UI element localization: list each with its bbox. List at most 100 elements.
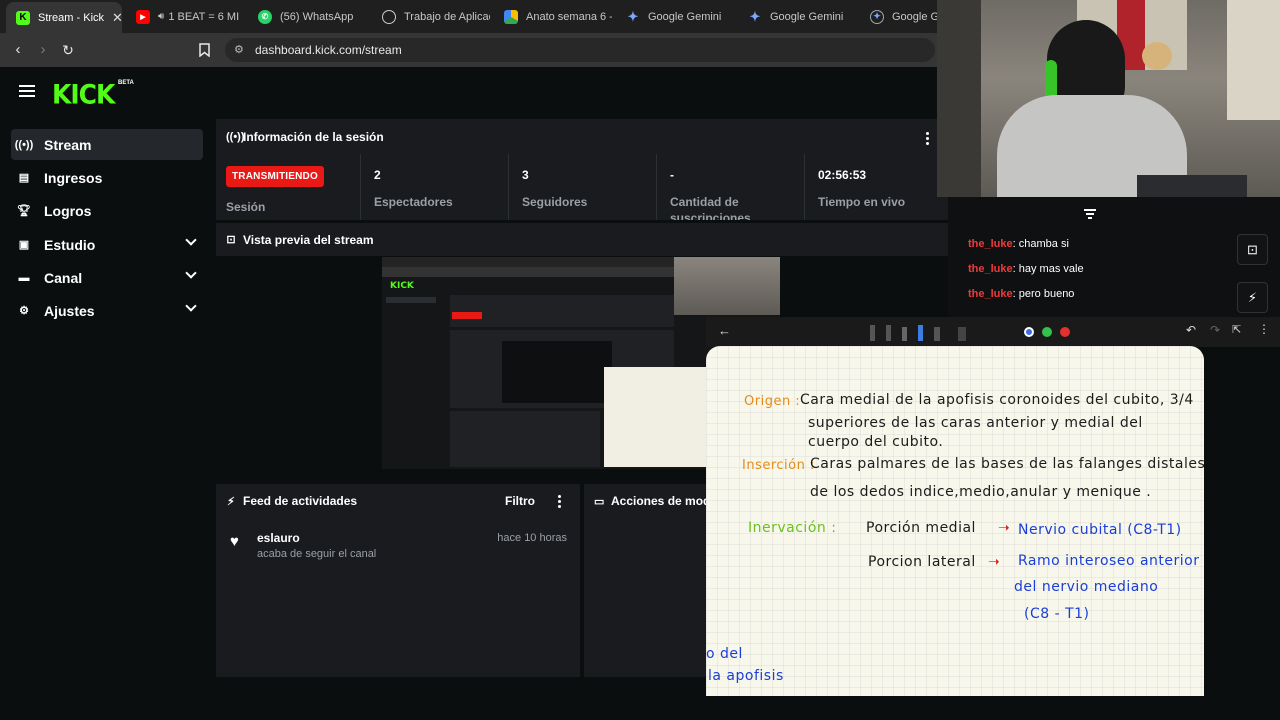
followers-label: Seguidores [522, 195, 588, 209]
hamburger-menu-icon[interactable] [19, 85, 35, 98]
chat-text: hay mas vale [1018, 263, 1084, 275]
activity-title-text: Feed de actividades [243, 494, 358, 508]
sidebar-item-label: Ingresos [44, 169, 103, 186]
studio-icon: ▣ [18, 239, 30, 251]
chat-username[interactable]: the_luke [968, 288, 1013, 300]
lateral-label: Porcion lateral [868, 554, 976, 570]
lateral-nerve: (C8 - T1) [1024, 606, 1090, 622]
redo-icon[interactable]: ↷ [1210, 323, 1220, 337]
sidebar-item-estudio[interactable]: ▣ Estudio [11, 229, 203, 260]
tab-trabajo[interactable]: Trabajo de Aplicac [372, 0, 490, 33]
chat-username[interactable]: the_luke [968, 263, 1013, 275]
origen-label: Origen : [744, 394, 801, 409]
drive-favicon-icon [504, 9, 518, 24]
chevron-down-icon [185, 234, 197, 246]
followers-stat: 3 Seguidores [508, 154, 656, 220]
sidebar-item-label: Ajustes [44, 302, 95, 319]
close-tab-icon[interactable]: ✕ [104, 10, 122, 26]
reload-icon[interactable]: ↻ [58, 40, 78, 60]
kick-header: KICK BETA [0, 67, 940, 119]
blue-color-swatch[interactable] [1024, 327, 1034, 337]
chat-username[interactable]: the_luke [968, 238, 1013, 250]
sidebar-item-logros[interactable]: 🏆︎ Logros [11, 195, 203, 226]
site-settings-icon[interactable]: ⚙︎ [234, 38, 244, 62]
tab-gemini-2[interactable]: ✦ Google Gemini [738, 0, 856, 33]
bookmark-icon[interactable] [194, 40, 214, 60]
activity-feed-panel: ⚡︎ Feed de actividades Filtro ♥ eslauro … [216, 484, 580, 677]
chevron-down-icon [185, 267, 197, 279]
kick-logo[interactable]: KICK [52, 79, 115, 109]
sidebar-item-ajustes[interactable]: ⚙︎ Ajustes [11, 295, 203, 326]
url-input[interactable]: ⚙︎ dashboard.kick.com/stream [225, 38, 935, 62]
back-arrow-icon[interactable]: ‹ [8, 40, 28, 60]
more-options-icon[interactable]: ⋮ [1258, 322, 1270, 336]
chevron-down-icon [185, 300, 197, 312]
sidebar: ((•)) Stream ▤ Ingresos 🏆︎ Logros ▣ Estu… [0, 119, 213, 680]
note-fragment: la apofisis [708, 668, 784, 684]
more-options-icon[interactable] [558, 495, 562, 510]
tab-anato[interactable]: Anato semana 6 - [494, 0, 612, 33]
more-options-icon[interactable] [926, 132, 930, 147]
activity-user[interactable]: eslauro [257, 531, 300, 545]
lightning-icon[interactable]: ⚡︎ [1237, 282, 1268, 313]
inervacion-label: Inervación : [748, 520, 837, 536]
tab-label: Google Gemini [770, 10, 844, 23]
activity-description: acaba de seguir el canal [257, 548, 377, 560]
session-title-text: Información de la sesión [243, 130, 384, 144]
session-info-panel: ((•)) Información de la sesión TRANSMITI… [216, 119, 948, 220]
insercion-line: Caras palmares de las bases de las falan… [810, 456, 1204, 472]
tab-label: Google Ge [892, 10, 940, 23]
heart-icon: ♥ [230, 533, 239, 550]
live-time-value: 02:56:53 [818, 168, 867, 182]
sidebar-item-stream[interactable]: ((•)) Stream [11, 129, 203, 160]
red-color-swatch[interactable] [1060, 327, 1070, 337]
sidebar-item-ingresos[interactable]: ▤ Ingresos [11, 162, 203, 193]
forward-arrow-icon[interactable]: › [33, 40, 53, 60]
gear-icon: ⚙︎ [19, 305, 29, 317]
tab-gemini-3[interactable]: ✦ Google Ge [860, 0, 940, 33]
mod-actions-panel: ▭ Acciones de mod [584, 484, 708, 677]
chat-message: the_luke: chamba si [968, 238, 1069, 250]
activity-title: ⚡︎ Feed de actividades [226, 484, 357, 518]
beta-badge: BETA [118, 80, 134, 86]
tab-label: Anato semana 6 - [526, 10, 612, 23]
live-time-label: Tiempo en vivo [818, 195, 906, 209]
globe-favicon-icon [382, 9, 396, 24]
kick-favicon-icon: K [16, 10, 30, 25]
pen-tools[interactable] [870, 323, 1010, 341]
origen-line: cuerpo del cubito. [808, 434, 944, 450]
sidebar-item-label: Estudio [44, 236, 96, 253]
tab-gemini-1[interactable]: ✦ Google Gemini [616, 0, 734, 33]
note-fragment: o del [706, 646, 743, 662]
url-text: dashboard.kick.com/stream [255, 43, 402, 57]
notes-toolbar: ← ↶ ↷ ⇱ ⋮ [706, 317, 1280, 347]
subscriptions-label: Cantidad de suscripciones [670, 195, 751, 220]
tab-youtube[interactable]: ▶ 🔊︎ 1 BEAT = 6 MI [126, 0, 244, 33]
gemini-favicon-icon: ✦ [627, 8, 639, 24]
tab-stream-kick[interactable]: K Stream - Kick ✕ [6, 2, 122, 33]
green-color-swatch[interactable] [1042, 327, 1052, 337]
insercion-line: de los dedos indice,medio,anular y meniq… [810, 484, 1152, 500]
filter-lines-icon[interactable] [1084, 209, 1096, 219]
tab-label: Stream - Kick [38, 11, 105, 24]
speaker-icon: 🔊︎ [158, 11, 165, 22]
screenshot-icon[interactable]: ⊡ [1237, 234, 1268, 265]
tab-label: 1 BEAT = 6 MI [168, 10, 240, 23]
back-arrow-icon[interactable]: ← [718, 323, 731, 338]
activity-item[interactable]: ♥ eslauro acaba de seguir el canal hace … [216, 518, 580, 566]
sidebar-item-label: Stream [44, 136, 92, 153]
sidebar-item-canal[interactable]: ▬ Canal [11, 262, 203, 293]
arrow-icon: ➝ [988, 554, 1001, 570]
broadcast-icon: ((•)) [14, 138, 34, 151]
share-icon[interactable]: ⇱ [1232, 323, 1241, 336]
undo-icon[interactable]: ↶ [1186, 323, 1196, 337]
medial-label: Porción medial [866, 520, 976, 536]
filter-button[interactable]: Filtro [505, 494, 535, 508]
chat-message: the_luke: hay mas vale [968, 263, 1084, 275]
tab-label: Trabajo de Aplicac [404, 10, 490, 23]
preview-title: ⊡ Vista previa del stream [226, 223, 373, 256]
bar-chart-icon: ▤ [18, 172, 30, 184]
tab-whatsapp[interactable]: ✆ (56) WhatsApp [248, 0, 368, 33]
mod-actions-title-text: Acciones de mod [611, 494, 708, 508]
lateral-nerve: Ramo interoseo anterior [1018, 553, 1200, 569]
